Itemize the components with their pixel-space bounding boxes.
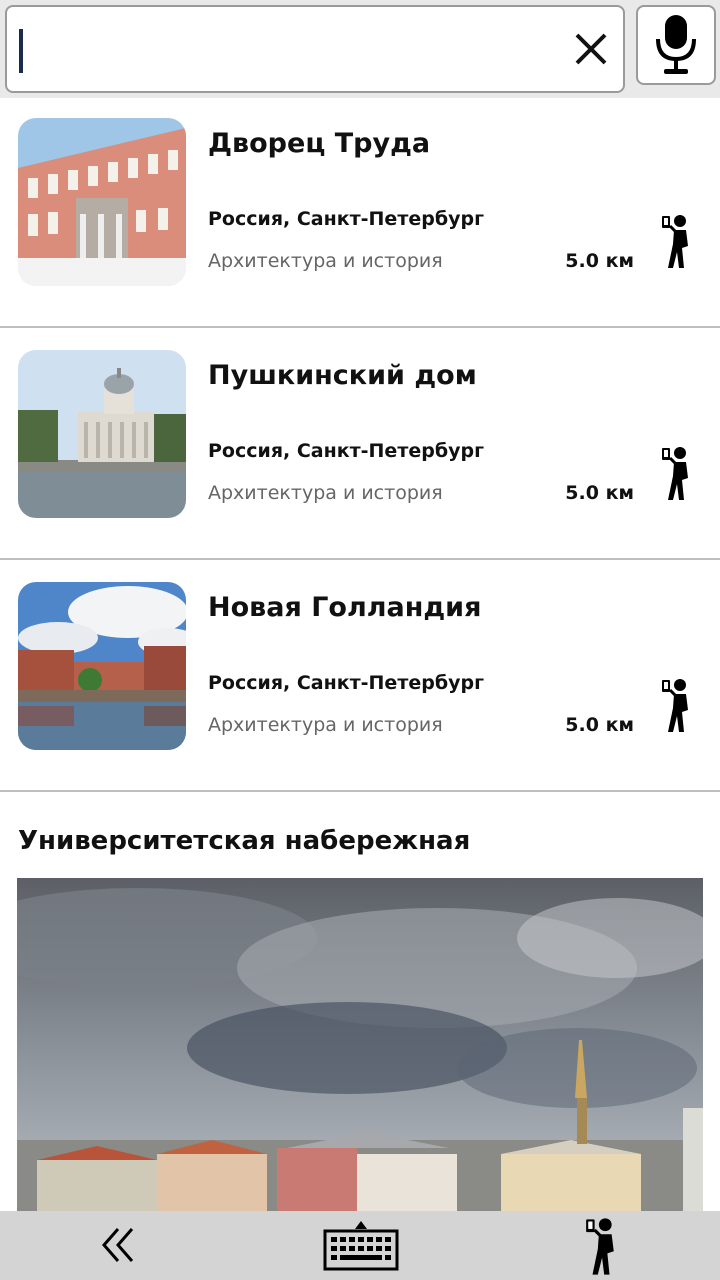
close-icon[interactable]: [567, 25, 615, 73]
place-distance: 5.0 км: [565, 250, 634, 272]
section-title[interactable]: Университетская набережная: [18, 826, 470, 856]
place-location: Россия, Санкт-Петербург: [208, 440, 485, 462]
place-title: Новая Голландия: [208, 592, 482, 623]
search-bar: [0, 0, 720, 98]
place-photo: [18, 118, 186, 286]
voice-search-button[interactable]: [636, 5, 716, 85]
double-chevron-left-icon[interactable]: [96, 1221, 144, 1269]
pedestrian-with-phone-icon[interactable]: [660, 446, 692, 502]
search-field[interactable]: [5, 5, 625, 93]
place-location: Россия, Санкт-Петербург: [208, 208, 485, 230]
place-location: Россия, Санкт-Петербург: [208, 672, 485, 694]
microphone-icon: [656, 15, 696, 74]
list-item[interactable]: Новая Голландия Россия, Санкт-Петербург …: [0, 562, 720, 792]
place-photo: [18, 582, 186, 750]
list-item[interactable]: Дворец Труда Россия, Санкт-Петербург Арх…: [0, 98, 720, 328]
place-category: Архитектура и история: [208, 714, 443, 736]
pedestrian-with-phone-icon[interactable]: [584, 1217, 618, 1277]
featured-photo[interactable]: [17, 878, 703, 1212]
keyboard-icon[interactable]: [322, 1219, 400, 1273]
place-photo: [18, 350, 186, 518]
place-category: Архитектура и история: [208, 482, 443, 504]
place-title: Пушкинский дом: [208, 360, 477, 391]
place-distance: 5.0 км: [565, 714, 634, 736]
search-input[interactable]: [29, 7, 573, 93]
bottom-navigation: [0, 1211, 720, 1280]
text-cursor: [19, 29, 23, 73]
place-title: Дворец Труда: [208, 128, 431, 159]
pedestrian-with-phone-icon[interactable]: [660, 678, 692, 734]
pedestrian-with-phone-icon[interactable]: [660, 214, 692, 270]
place-distance: 5.0 км: [565, 482, 634, 504]
place-category: Архитектура и история: [208, 250, 443, 272]
list-item[interactable]: Пушкинский дом Россия, Санкт-Петербург А…: [0, 330, 720, 560]
